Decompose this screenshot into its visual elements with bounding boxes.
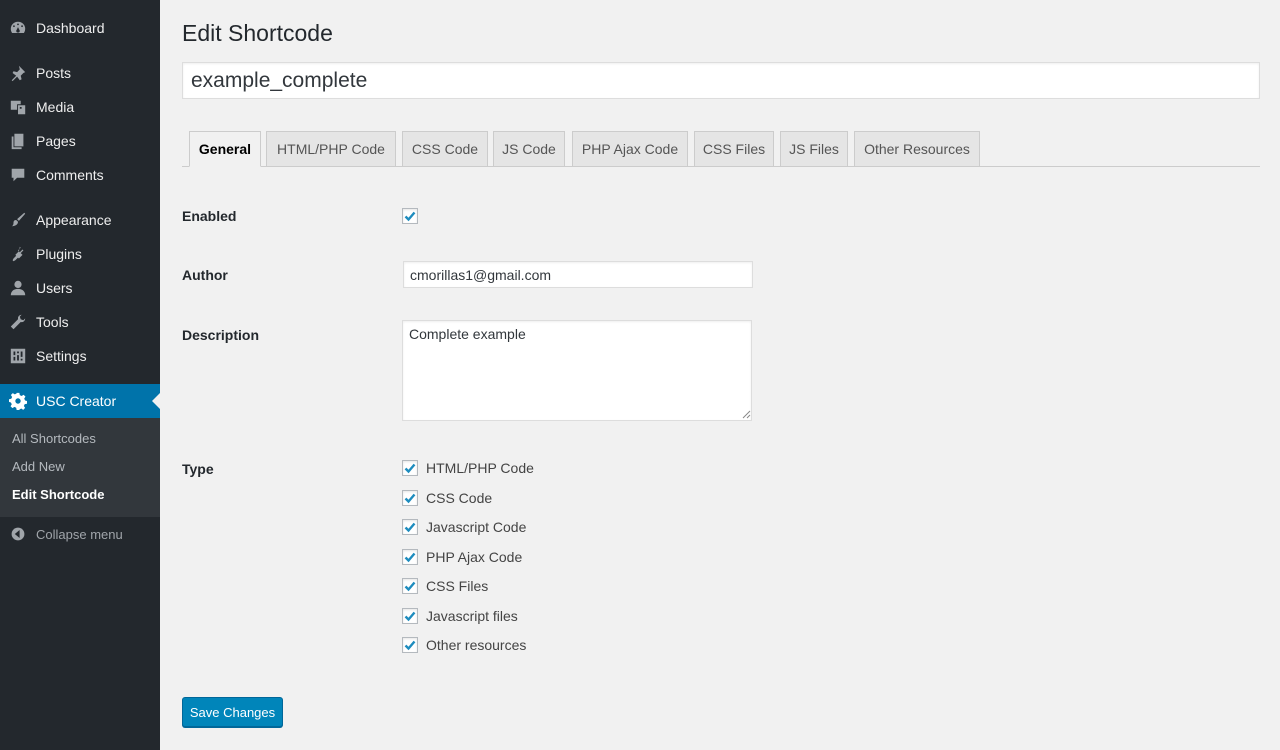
type-checkbox[interactable] <box>402 549 418 565</box>
type-checkbox[interactable] <box>402 578 418 594</box>
type-option-other-resources[interactable]: Other resources <box>402 636 526 654</box>
type-option-label: CSS Code <box>426 490 493 506</box>
checkmark-icon <box>404 493 416 504</box>
checkmark-icon <box>404 611 416 622</box>
menu-item-appearance[interactable]: Appearance <box>0 203 160 237</box>
checkmark-icon <box>404 463 416 474</box>
menu-item-posts[interactable]: Posts <box>0 56 160 90</box>
submenu-item-all-shortcodes[interactable]: All Shortcodes <box>0 425 160 453</box>
author-label: Author <box>182 267 228 283</box>
menu-item-tools[interactable]: Tools <box>0 305 160 339</box>
tab-js-code[interactable]: JS Code <box>493 131 565 167</box>
menu-item-usc-creator[interactable]: USC Creator <box>0 384 160 418</box>
pages-icon <box>0 132 36 150</box>
enabled-label: Enabled <box>182 208 237 224</box>
settings-icon <box>0 347 36 365</box>
paintbrush-icon <box>0 211 36 229</box>
menu-item-comments[interactable]: Comments <box>0 158 160 192</box>
type-checkbox[interactable] <box>402 460 418 476</box>
menu-item-plugins[interactable]: Plugins <box>0 237 160 271</box>
menu-label: Tools <box>36 314 69 330</box>
menu-item-users[interactable]: Users <box>0 271 160 305</box>
tab-js-files[interactable]: JS Files <box>780 131 848 167</box>
type-option-javascript-files[interactable]: Javascript files <box>402 607 518 625</box>
menu-label: Media <box>36 99 75 115</box>
type-option-label: Javascript files <box>426 608 518 624</box>
type-checkbox[interactable] <box>402 637 418 653</box>
gear-icon <box>0 392 36 410</box>
menu-label: Appearance <box>36 212 112 228</box>
tab-css-code[interactable]: CSS Code <box>402 131 488 167</box>
tab-other-resources[interactable]: Other Resources <box>854 131 980 167</box>
tab-general[interactable]: General <box>189 131 261 167</box>
type-checkbox[interactable] <box>402 519 418 535</box>
type-option-css-code[interactable]: CSS Code <box>402 489 492 507</box>
menu-item-dashboard[interactable]: Dashboard <box>0 11 160 45</box>
menu-label: Users <box>36 280 73 296</box>
checkmark-icon <box>404 522 416 533</box>
enabled-checkbox[interactable] <box>402 208 418 224</box>
save-changes-button[interactable]: Save Changes <box>182 697 283 727</box>
submenu: All Shortcodes Add New Edit Shortcode <box>0 418 160 517</box>
menu-label: Posts <box>36 65 72 81</box>
type-checkbox[interactable] <box>402 608 418 624</box>
checkmark-icon <box>404 552 416 563</box>
type-label: Type <box>182 461 214 477</box>
menu-label: USC Creator <box>36 393 117 409</box>
type-option-label: Other resources <box>426 637 527 653</box>
menu-item-pages[interactable]: Pages <box>0 124 160 158</box>
dashboard-icon <box>0 19 36 37</box>
menu-label: Comments <box>36 167 104 183</box>
tab-php-ajax-code[interactable]: PHP Ajax Code <box>572 131 688 167</box>
menu-item-media[interactable]: Media <box>0 90 160 124</box>
menu-item-settings[interactable]: Settings <box>0 339 160 373</box>
menu-label: Pages <box>36 133 76 149</box>
plugin-icon <box>0 245 36 263</box>
user-icon <box>0 279 36 297</box>
resize-handle-icon[interactable] <box>742 410 751 419</box>
tab-html-php-code[interactable]: HTML/PHP Code <box>266 131 396 167</box>
menu-label: Dashboard <box>36 20 105 36</box>
author-field[interactable] <box>403 261 753 288</box>
submenu-item-add-new[interactable]: Add New <box>0 453 160 481</box>
main-content: Edit Shortcode General HTML/PHP Code CSS… <box>160 0 1280 750</box>
type-option-javascript-code[interactable]: Javascript Code <box>402 518 526 536</box>
collapse-menu-button[interactable]: Collapse menu <box>0 521 160 547</box>
type-checkbox[interactable] <box>402 490 418 506</box>
description-label: Description <box>182 327 260 343</box>
type-option-label: PHP Ajax Code <box>426 549 523 565</box>
tab-bar: General HTML/PHP Code CSS Code JS Code P… <box>182 131 1260 167</box>
shortcode-name-input[interactable] <box>182 62 1260 99</box>
current-menu-arrow <box>152 393 160 409</box>
media-icon <box>0 98 36 116</box>
description-textarea[interactable]: Complete example <box>402 320 752 421</box>
tab-css-files[interactable]: CSS Files <box>694 131 774 167</box>
collapse-menu-label: Collapse menu <box>36 526 123 542</box>
submenu-item-edit-shortcode[interactable]: Edit Shortcode <box>0 481 160 509</box>
page-title: Edit Shortcode <box>182 20 333 46</box>
pushpin-icon <box>0 64 36 82</box>
admin-sidebar: Dashboard Posts Media Pages Comments App… <box>0 0 160 750</box>
comment-icon <box>0 166 36 184</box>
type-option-css-files[interactable]: CSS Files <box>402 577 488 595</box>
menu-label: Plugins <box>36 246 82 262</box>
checkmark-icon <box>404 581 416 592</box>
type-option-label: HTML/PHP Code <box>426 460 534 476</box>
type-option-label: Javascript Code <box>426 519 527 535</box>
type-option-label: CSS Files <box>426 578 489 594</box>
wrench-icon <box>0 313 36 331</box>
menu-label: Settings <box>36 348 87 364</box>
collapse-arrow-icon <box>0 526 36 542</box>
type-option-php-ajax-code[interactable]: PHP Ajax Code <box>402 548 522 566</box>
checkmark-icon <box>404 211 416 222</box>
checkmark-icon <box>404 640 416 651</box>
type-option-html-php[interactable]: HTML/PHP Code <box>402 459 534 477</box>
